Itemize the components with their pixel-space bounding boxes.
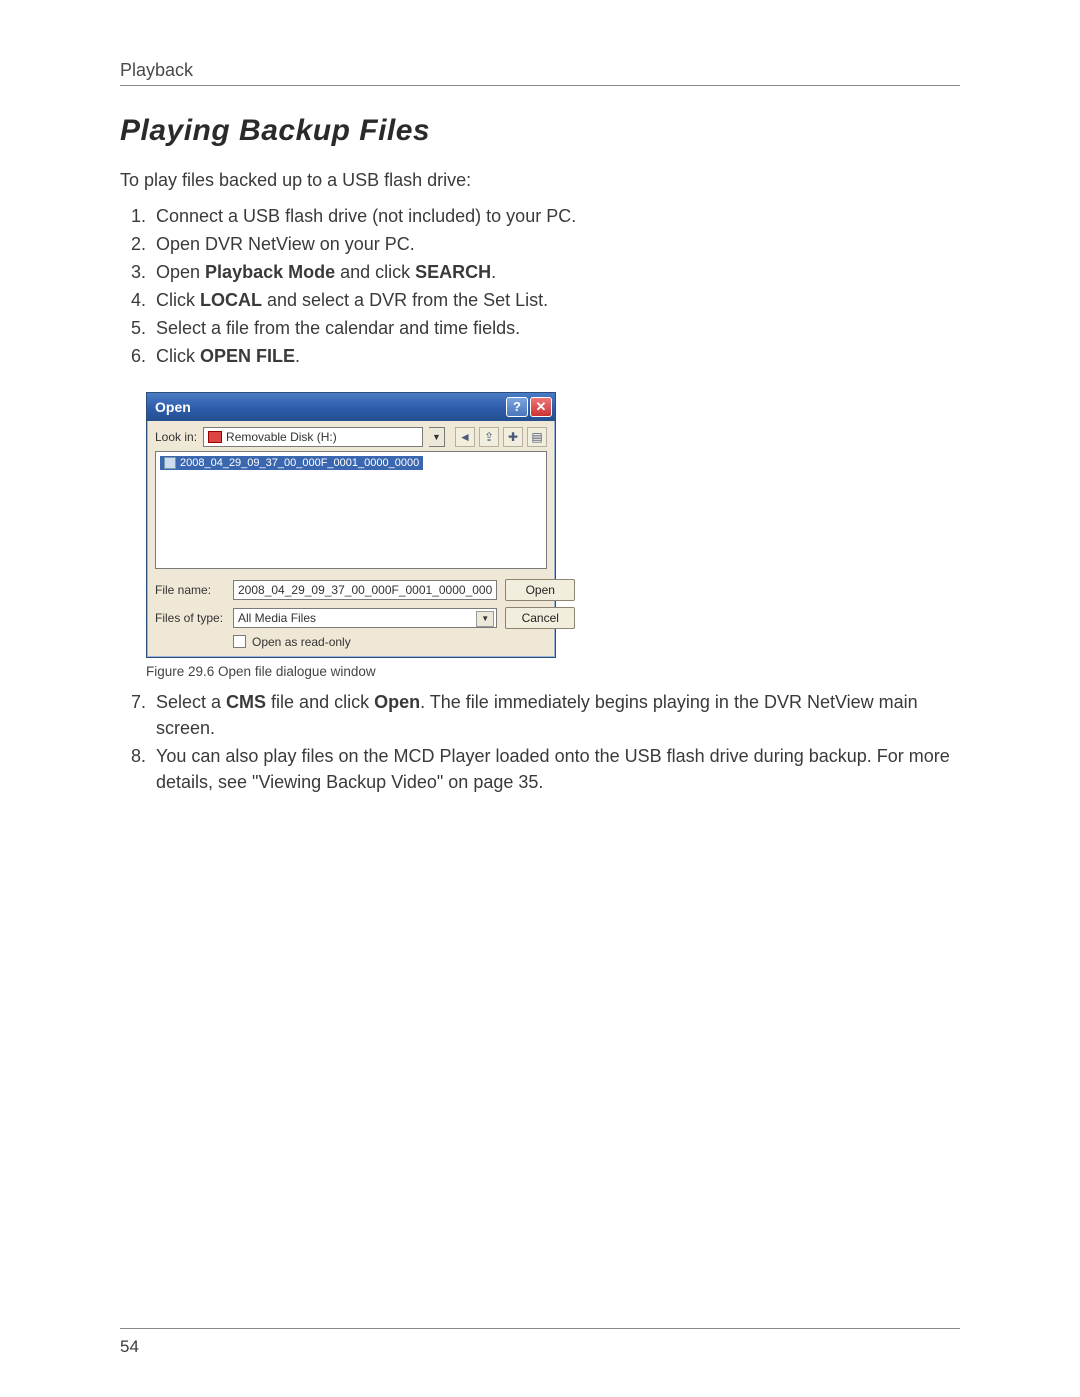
footer-rule <box>120 1328 960 1329</box>
intro-text: To play files backed up to a USB flash d… <box>120 170 960 191</box>
cancel-button[interactable]: Cancel <box>505 607 575 629</box>
lookin-label: Look in: <box>155 430 197 444</box>
lookin-combo[interactable]: Removable Disk (H:) <box>203 427 423 447</box>
back-icon[interactable]: ◄ <box>455 427 475 447</box>
lookin-value: Removable Disk (H:) <box>226 430 337 444</box>
up-folder-icon[interactable]: ⇪ <box>479 427 499 447</box>
views-icon[interactable]: ▤ <box>527 427 547 447</box>
close-button[interactable]: ✕ <box>530 397 552 417</box>
lookin-dropdown-icon[interactable]: ▼ <box>429 427 445 447</box>
open-dialog-window: Open ? ✕ Look in: Removable Disk (H:) ▼ … <box>146 392 556 658</box>
new-folder-icon[interactable]: ✚ <box>503 427 523 447</box>
file-list-area[interactable]: 2008_04_29_09_37_00_000F_0001_0000_0000 <box>155 451 547 569</box>
readonly-checkbox[interactable] <box>233 635 246 648</box>
file-item-selected[interactable]: 2008_04_29_09_37_00_000F_0001_0000_0000 <box>160 456 423 470</box>
step-2: Open DVR NetView on your PC. <box>146 231 960 257</box>
drive-icon <box>208 431 222 443</box>
section-title: Playing Backup Files <box>120 114 960 148</box>
step-8: You can also play files on the MCD Playe… <box>146 743 960 795</box>
readonly-label: Open as read-only <box>252 635 351 649</box>
steps-list-2: Select a CMS file and click Open. The fi… <box>120 689 960 795</box>
filename-input[interactable]: 2008_04_29_09_37_00_000F_0001_0000_000 <box>233 580 497 600</box>
step-4: Click LOCAL and select a DVR from the Se… <box>146 287 960 313</box>
dialog-title: Open <box>155 399 504 415</box>
figure-caption: Figure 29.6 Open file dialogue window <box>146 664 960 679</box>
step-3: Open Playback Mode and click SEARCH. <box>146 259 960 285</box>
step-6: Click OPEN FILE. <box>146 343 960 369</box>
file-item-label: 2008_04_29_09_37_00_000F_0001_0000_0000 <box>180 457 419 469</box>
help-button[interactable]: ? <box>506 397 528 417</box>
figure-open-dialog: Open ? ✕ Look in: Removable Disk (H:) ▼ … <box>146 392 960 658</box>
readonly-row: Open as read-only <box>233 635 497 649</box>
page-content: Playback Playing Backup Files To play fi… <box>0 0 1080 837</box>
step-1: Connect a USB flash drive (not included)… <box>146 203 960 229</box>
lookin-row: Look in: Removable Disk (H:) ▼ ◄ ⇪ ✚ ▤ <box>147 421 555 449</box>
dialog-bottom: File name: 2008_04_29_09_37_00_000F_0001… <box>147 575 555 657</box>
filetype-combo[interactable]: All Media Files <box>233 608 497 628</box>
page-number: 54 <box>120 1337 139 1357</box>
header-rule <box>120 85 960 86</box>
open-button[interactable]: Open <box>505 579 575 601</box>
filetype-label: Files of type: <box>155 611 225 625</box>
steps-list-1: Connect a USB flash drive (not included)… <box>120 203 960 370</box>
step-7: Select a CMS file and click Open. The fi… <box>146 689 960 741</box>
file-icon <box>164 457 176 469</box>
running-header: Playback <box>120 60 960 81</box>
step-5: Select a file from the calendar and time… <box>146 315 960 341</box>
dialog-titlebar: Open ? ✕ <box>147 393 555 421</box>
filename-label: File name: <box>155 583 225 597</box>
toolbar-icons: ◄ ⇪ ✚ ▤ <box>455 427 547 447</box>
